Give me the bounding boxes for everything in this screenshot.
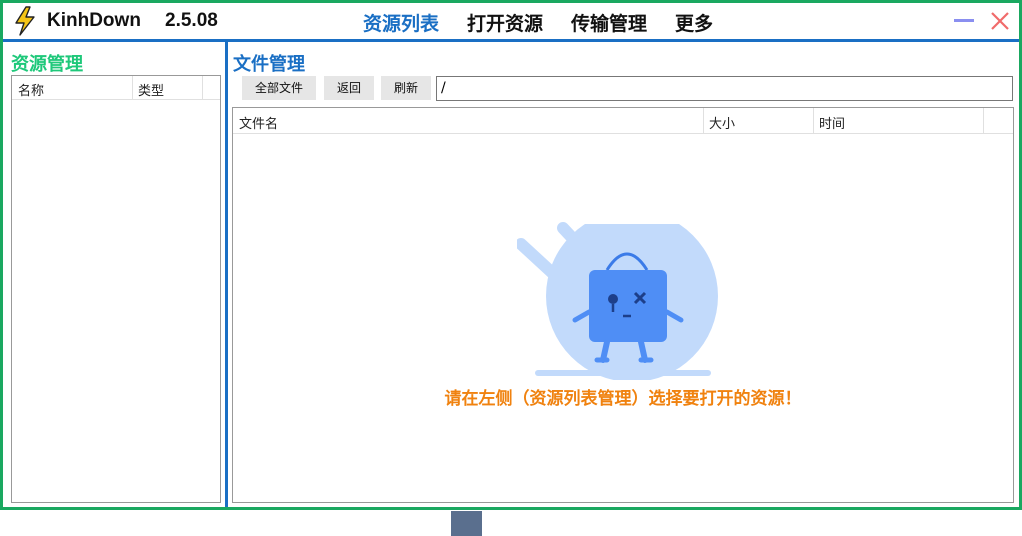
column-divider[interactable] xyxy=(983,108,984,134)
app-version: 2.5.08 xyxy=(165,10,218,31)
menu-transfer-manager[interactable]: 传输管理 xyxy=(571,9,647,36)
column-divider[interactable] xyxy=(132,76,133,100)
minimize-icon xyxy=(954,19,974,22)
menu-open-resource[interactable]: 打开资源 xyxy=(467,9,543,36)
column-divider[interactable] xyxy=(703,108,704,134)
back-button[interactable]: 返回 xyxy=(324,76,374,100)
app-name: KinhDown xyxy=(47,10,141,31)
file-table[interactable]: 文件名 大小 时间 请在左侧（资源列表管理）选择要打开的资源！ xyxy=(232,107,1014,503)
file-panel: 文件管理 全部文件 返回 刷新 / 文件名 大小 时间 请在左侧（资源列表管理）… xyxy=(228,42,1019,507)
menu-more[interactable]: 更多 xyxy=(675,9,713,36)
refresh-button[interactable]: 刷新 xyxy=(381,76,431,100)
menu-resource-list[interactable]: 资源列表 xyxy=(363,9,439,36)
minimize-button[interactable] xyxy=(954,11,976,31)
empty-state-message: 请在左侧（资源列表管理）选择要打开的资源！ xyxy=(444,389,802,409)
column-type[interactable]: 类型 xyxy=(138,80,164,99)
all-files-button[interactable]: 全部文件 xyxy=(242,76,316,100)
file-table-header: 文件名 大小 时间 xyxy=(233,108,1013,134)
lightning-icon xyxy=(15,6,35,36)
column-size[interactable]: 大小 xyxy=(709,113,735,132)
title-bar: KinhDown 2.5.08 资源列表 打开资源 传输管理 更多 xyxy=(3,3,1019,39)
path-input[interactable]: / xyxy=(436,76,1013,101)
resource-table-header: 名称 类型 xyxy=(12,76,220,100)
close-icon[interactable] xyxy=(989,10,1011,32)
resource-table[interactable]: 名称 类型 xyxy=(11,75,221,503)
column-divider[interactable] xyxy=(813,108,814,134)
column-divider[interactable] xyxy=(202,76,203,100)
app-window: KinhDown 2.5.08 资源列表 打开资源 传输管理 更多 资源管理 名… xyxy=(0,0,1022,510)
resource-panel: 资源管理 名称 类型 xyxy=(3,42,225,507)
empty-state-illustration xyxy=(517,220,727,380)
file-panel-title: 文件管理 xyxy=(233,54,305,75)
taskbar-thumbnail xyxy=(451,511,482,536)
column-name[interactable]: 名称 xyxy=(18,80,44,99)
column-filename[interactable]: 文件名 xyxy=(239,113,278,132)
column-time[interactable]: 时间 xyxy=(819,113,845,132)
resource-panel-title: 资源管理 xyxy=(11,54,83,75)
